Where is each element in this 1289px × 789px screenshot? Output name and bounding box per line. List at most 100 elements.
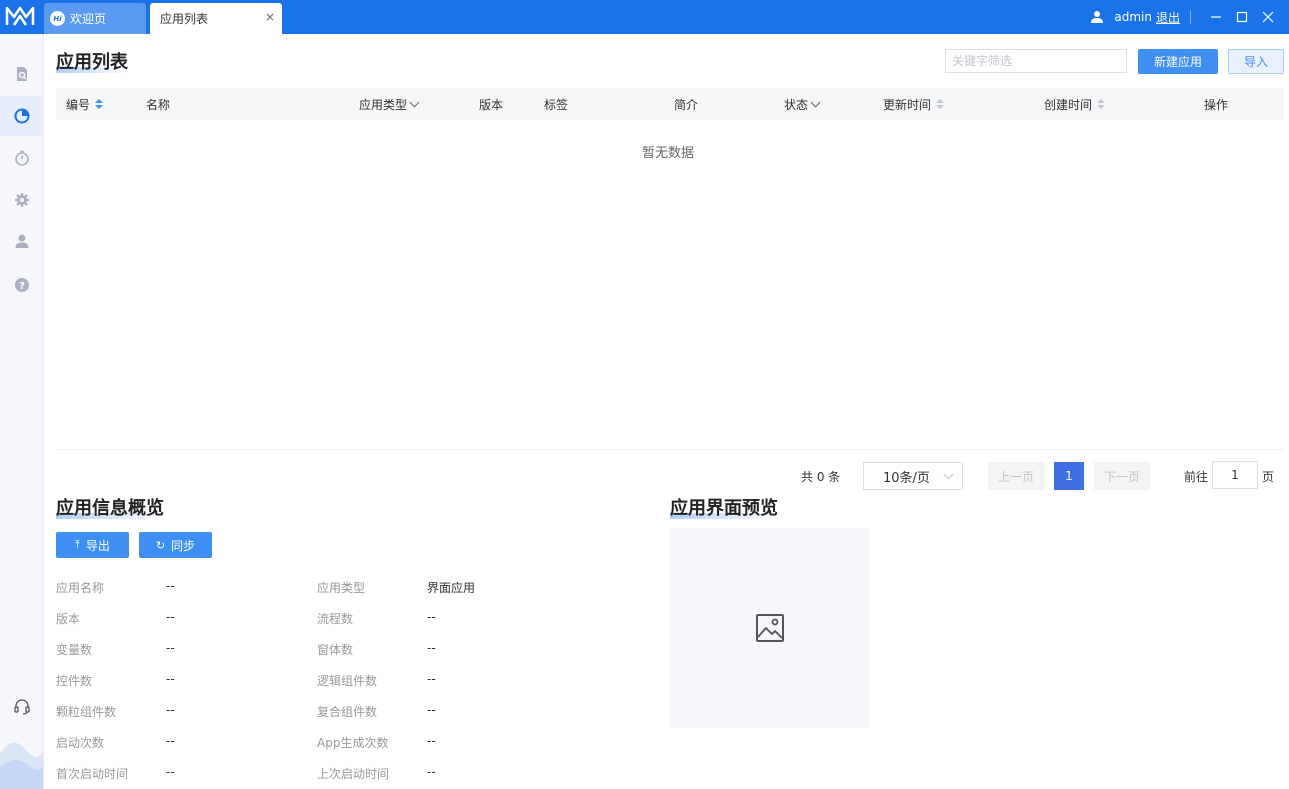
main-content: 应用列表 新建应用 导入 编号 名称 应用类型 版本 标签 简介 状态 更新时间… [44,34,1289,789]
sidebar-item-settings[interactable] [0,180,43,220]
column-header-created[interactable]: 创建时间 [1044,88,1106,120]
sort-icon[interactable] [95,99,104,109]
column-label: 状态 [784,97,809,112]
sidebar-item-search-doc[interactable] [0,54,43,94]
info-value: -- [166,610,175,624]
divider [1190,10,1191,24]
info-label: 应用名称 [56,581,105,595]
page-size-select[interactable]: 10条/页 [863,462,963,490]
info-value: -- [166,641,175,655]
column-label: 版本 [479,97,504,112]
title-bar: Hi 欢迎页 应用列表 × admin 退出 [0,0,1289,34]
info-value: -- [427,672,436,686]
page-number-current[interactable]: 1 [1054,462,1084,490]
search-input[interactable] [945,49,1127,73]
info-value: -- [166,579,175,593]
page-title: 应用列表 [56,48,128,74]
maximize-icon [1236,11,1248,23]
info-label: 控件数 [56,674,93,688]
maximize-button[interactable] [1229,7,1255,27]
info-label: 逻辑组件数 [317,674,378,688]
info-value: -- [166,703,175,717]
preview-title: 应用界面预览 [670,494,778,520]
prev-page-button[interactable]: 上一页 [988,462,1044,490]
column-label: 应用类型 [359,97,408,112]
search-doc-icon [16,67,27,81]
logout-link[interactable]: 退出 [1156,9,1180,26]
svg-text:?: ? [19,281,25,292]
image-placeholder-icon [756,614,784,642]
decorative-wave [0,742,43,789]
minimize-icon [1211,16,1221,18]
goto-page-input[interactable]: 1 [1212,461,1258,489]
column-header-actions: 操作 [1204,88,1228,120]
minimize-button[interactable] [1203,7,1229,27]
tab-label: 应用列表 [160,12,209,26]
column-header-name: 名称 [146,88,170,120]
column-header-updated[interactable]: 更新时间 [883,88,945,120]
chevron-down-icon [943,469,954,480]
column-label: 编号 [66,97,91,112]
column-header-id[interactable]: 编号 [66,88,104,120]
user-icon [15,234,28,248]
new-app-button[interactable]: 新建应用 [1138,49,1218,74]
preview-title-text: 应用界面预览 [670,498,778,519]
column-label: 名称 [146,97,171,112]
user-icon [1091,11,1104,23]
close-window-button[interactable] [1255,7,1281,27]
username: admin [1114,10,1152,24]
overview-title: 应用信息概览 [56,494,164,520]
sync-button[interactable]: ↻ 同步 [139,532,212,558]
gear-icon [14,193,29,207]
chevron-down-icon[interactable] [409,97,420,107]
info-label: 变量数 [56,643,93,657]
sidebar-item-user[interactable] [0,221,43,261]
sidebar: ? [0,34,44,789]
column-label: 更新时间 [883,97,932,112]
tab-app-list[interactable]: 应用列表 × [150,3,282,34]
refresh-icon: ↻ [155,538,166,552]
hi-badge-icon: Hi [50,11,65,26]
sync-label: 同步 [171,538,196,553]
info-value: -- [427,641,436,655]
info-label: 首次启动时间 [56,767,129,781]
chevron-down-icon[interactable] [810,97,821,107]
pagination-total: 共 0 条 [801,470,841,484]
column-header-tags: 标签 [544,88,568,120]
info-label: 窗体数 [317,643,354,657]
column-header-status[interactable]: 状态 [784,88,821,120]
info-value: -- [166,734,175,748]
close-icon [1262,11,1274,23]
sort-icon[interactable] [936,99,945,109]
sidebar-item-timer[interactable] [0,138,43,178]
info-label: 版本 [56,612,81,626]
info-label: 启动次数 [56,736,105,750]
sort-icon[interactable] [1097,99,1106,109]
sidebar-item-chart[interactable] [0,96,43,136]
info-value: 界面应用 [427,581,476,595]
headset-icon [13,699,30,715]
goto-label: 前往 [1184,470,1209,484]
close-icon[interactable]: × [265,10,275,24]
next-page-button[interactable]: 下一页 [1094,462,1150,490]
import-button[interactable]: 导入 [1228,49,1284,74]
tab-label: 欢迎页 [70,12,107,26]
info-label: 颗粒组件数 [56,705,117,719]
info-value: -- [427,610,436,624]
column-header-type[interactable]: 应用类型 [359,88,420,120]
sidebar-item-help[interactable]: ? [0,265,43,305]
column-header-summary: 简介 [674,88,698,120]
export-label: 导出 [85,538,110,553]
column-label: 标签 [544,97,569,112]
page-title-text: 应用列表 [56,52,128,73]
export-button[interactable]: ⤒ 导出 [56,532,129,558]
goto-unit: 页 [1262,470,1275,484]
tab-welcome[interactable]: Hi 欢迎页 [44,3,146,34]
column-label: 简介 [674,97,699,112]
app-logo [5,6,35,26]
upload-icon: ⤒ [75,538,80,551]
info-value: -- [427,765,436,779]
timer-icon [14,150,29,166]
column-label: 操作 [1204,97,1229,112]
sidebar-item-support[interactable] [0,687,43,727]
